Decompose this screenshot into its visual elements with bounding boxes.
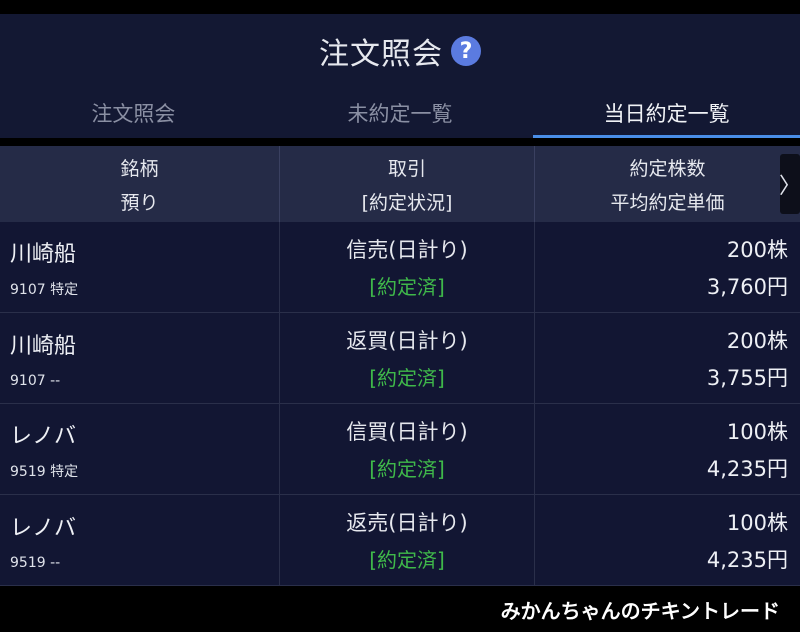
divider <box>0 138 800 146</box>
header-custody-label: 預り <box>120 191 159 214</box>
header-col-qty: 約定株数 平均約定単価 <box>535 146 800 222</box>
header-col-trade: 取引 [約定状況] <box>280 146 535 222</box>
stock-cell: 川崎船 9107 特定 <box>0 222 280 312</box>
executed-quantity: 200株 <box>726 237 788 262</box>
header-stock-label: 銘柄 <box>120 157 159 180</box>
title-bar: 注文照会 ? <box>0 14 800 88</box>
stock-name: 川崎船 <box>10 241 77 267</box>
qty-cell: 200株 3,760円 <box>535 222 800 312</box>
footer: みかんちゃんのチキントレード <box>0 587 800 632</box>
trade-cell: 信買(日計り) [約定済] <box>280 404 535 494</box>
stock-code: 9107 特定 <box>10 281 79 298</box>
header-price-label: 平均約定単価 <box>610 191 725 214</box>
trade-cell: 返買(日計り) [約定済] <box>280 313 535 403</box>
trade-type: 信売(日計り) <box>346 237 468 262</box>
status-bar <box>0 0 800 14</box>
stock-cell: レノバ 9519 特定 <box>0 404 280 494</box>
execution-status: [約定済] <box>369 366 445 391</box>
stock-code: 9519 特定 <box>10 463 79 480</box>
average-price: 4,235円 <box>706 547 788 572</box>
table-header: 銘柄 預り 取引 [約定状況] 約定株数 平均約定単価 〉 <box>0 146 800 222</box>
execution-list: 川崎船 9107 特定 信売(日計り) [約定済] 200株 3,760円 川崎… <box>0 222 800 586</box>
executed-quantity: 100株 <box>726 510 788 535</box>
stock-name: 川崎船 <box>10 333 77 359</box>
trade-cell: 信売(日計り) [約定済] <box>280 222 535 312</box>
stock-cell: 川崎船 9107 -- <box>0 313 280 403</box>
trade-cell: 返売(日計り) [約定済] <box>280 495 535 585</box>
table-row[interactable]: 川崎船 9107 -- 返買(日計り) [約定済] 200株 3,755円 <box>0 313 800 404</box>
trade-type: 信買(日計り) <box>346 419 468 444</box>
header-trade-label: 取引 <box>387 157 426 180</box>
executed-quantity: 100株 <box>726 419 788 444</box>
table-row[interactable]: 川崎船 9107 特定 信売(日計り) [約定済] 200株 3,760円 <box>0 222 800 313</box>
chevron-right-icon[interactable]: 〉 <box>779 154 800 214</box>
stock-code: 9107 -- <box>10 372 61 389</box>
tab-unexecuted-list[interactable]: 未約定一覧 <box>267 88 534 138</box>
stock-name: レノバ <box>10 423 77 449</box>
header-qty-label: 約定株数 <box>629 157 706 180</box>
average-price: 3,755円 <box>706 365 788 390</box>
stock-name: レノバ <box>10 515 77 541</box>
watermark: みかんちゃんのチキントレード <box>500 599 780 623</box>
trade-type: 返売(日計り) <box>346 510 468 535</box>
table-row[interactable]: レノバ 9519 -- 返売(日計り) [約定済] 100株 4,235円 <box>0 495 800 586</box>
executed-quantity: 200株 <box>726 328 788 353</box>
average-price: 4,235円 <box>706 456 788 481</box>
execution-status: [約定済] <box>369 457 445 482</box>
qty-cell: 200株 3,755円 <box>535 313 800 403</box>
header-status-label: [約定状況] <box>361 191 453 214</box>
execution-status: [約定済] <box>369 548 445 573</box>
tab-today-executions[interactable]: 当日約定一覧 <box>533 88 800 138</box>
stock-cell: レノバ 9519 -- <box>0 495 280 585</box>
tab-order-inquiry[interactable]: 注文照会 <box>0 88 267 138</box>
execution-status: [約定済] <box>369 275 445 300</box>
tab-bar: 注文照会 未約定一覧 当日約定一覧 <box>0 88 800 138</box>
qty-cell: 100株 4,235円 <box>535 495 800 585</box>
average-price: 3,760円 <box>706 274 788 299</box>
trade-type: 返買(日計り) <box>346 328 468 353</box>
header-col-stock: 銘柄 預り <box>0 146 280 222</box>
stock-code: 9519 -- <box>10 554 61 571</box>
page-title: 注文照会 <box>319 37 443 72</box>
qty-cell: 100株 4,235円 <box>535 404 800 494</box>
table-row[interactable]: レノバ 9519 特定 信買(日計り) [約定済] 100株 4,235円 <box>0 404 800 495</box>
help-icon[interactable]: ? <box>451 36 481 66</box>
